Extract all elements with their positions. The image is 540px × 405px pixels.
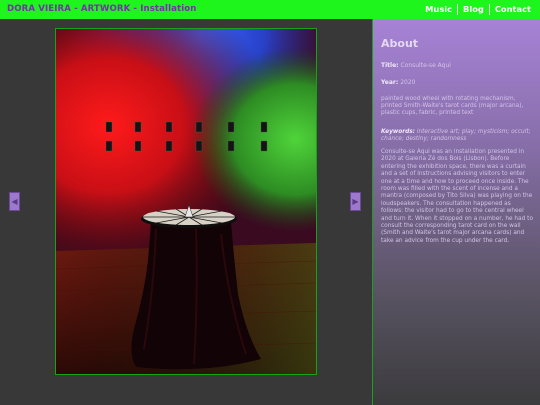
chevron-right-icon: ▶ [352, 196, 359, 206]
keywords-label: Keywords: [381, 128, 415, 135]
installation-image [56, 29, 316, 374]
site-title[interactable]: DORA VIEIRA - ARTWORK - Installation [7, 4, 197, 14]
title-label: Title: [381, 62, 399, 69]
next-image-button[interactable]: ▶ [350, 192, 361, 211]
about-panel: About Title: Consulte-se Aqui Year: 2020… [372, 19, 540, 405]
top-navigation-bar: DORA VIEIRA - ARTWORK - Installation Mus… [0, 0, 540, 19]
title-value: Consulte-se Aqui [400, 62, 451, 69]
about-heading: About [381, 37, 419, 50]
artwork-year-field: Year: 2020 [381, 79, 533, 87]
artwork-title-field: Title: Consulte-se Aqui [381, 62, 533, 70]
nav-link-contact[interactable]: Contact [490, 4, 536, 15]
nav-link-blog[interactable]: Blog [458, 4, 489, 15]
gallery-area: ◀ ▶ [0, 19, 372, 405]
nav-link-music[interactable]: Music [420, 4, 457, 15]
chevron-left-icon: ◀ [11, 196, 18, 206]
year-value: 2020 [400, 79, 416, 86]
previous-image-button[interactable]: ◀ [9, 192, 20, 211]
materials-text: painted wood wheel with rotating mechani… [381, 96, 524, 117]
keywords-field: Keywords: interactive art; play; mystici… [381, 129, 533, 143]
artwork-photo[interactable] [55, 28, 317, 375]
main-nav: Music Blog Contact [420, 0, 536, 19]
artwork-description: Consulte-se Aqui was an installation pre… [381, 149, 533, 244]
year-label: Year: [381, 79, 399, 86]
